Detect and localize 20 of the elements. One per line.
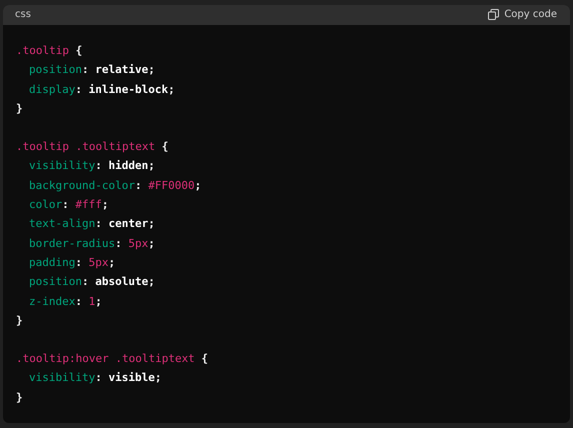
code-line: } <box>16 100 23 117</box>
code-line: .tooltip .tooltiptext { <box>16 139 168 156</box>
code-line: .tooltip:hover .tooltiptext { <box>16 351 208 368</box>
code-line: .tooltip { <box>16 42 82 59</box>
code-line: position: relative; <box>29 62 155 78</box>
code-line: padding: 5px; <box>29 254 116 271</box>
code-line: display: inline-block; <box>29 82 175 98</box>
code-line: visibility: hidden; <box>29 158 155 174</box>
code-line: position: absolute; <box>29 274 155 290</box>
copy-icon <box>488 9 500 20</box>
code-line: visibility: visible; <box>29 370 162 386</box>
code-line: background-color: #FF0000; <box>29 178 202 194</box>
language-label: css <box>15 9 31 20</box>
code-line: z-index: 1; <box>29 294 102 310</box>
code-line: } <box>16 390 23 406</box>
code-line: border-radius: 5px; <box>29 236 155 252</box>
copy-code-button[interactable]: Copy code <box>488 9 557 20</box>
code-line: color: #fff; <box>29 197 108 214</box>
code-line: text-align: center; <box>29 216 155 232</box>
code-line: } <box>16 312 23 329</box>
